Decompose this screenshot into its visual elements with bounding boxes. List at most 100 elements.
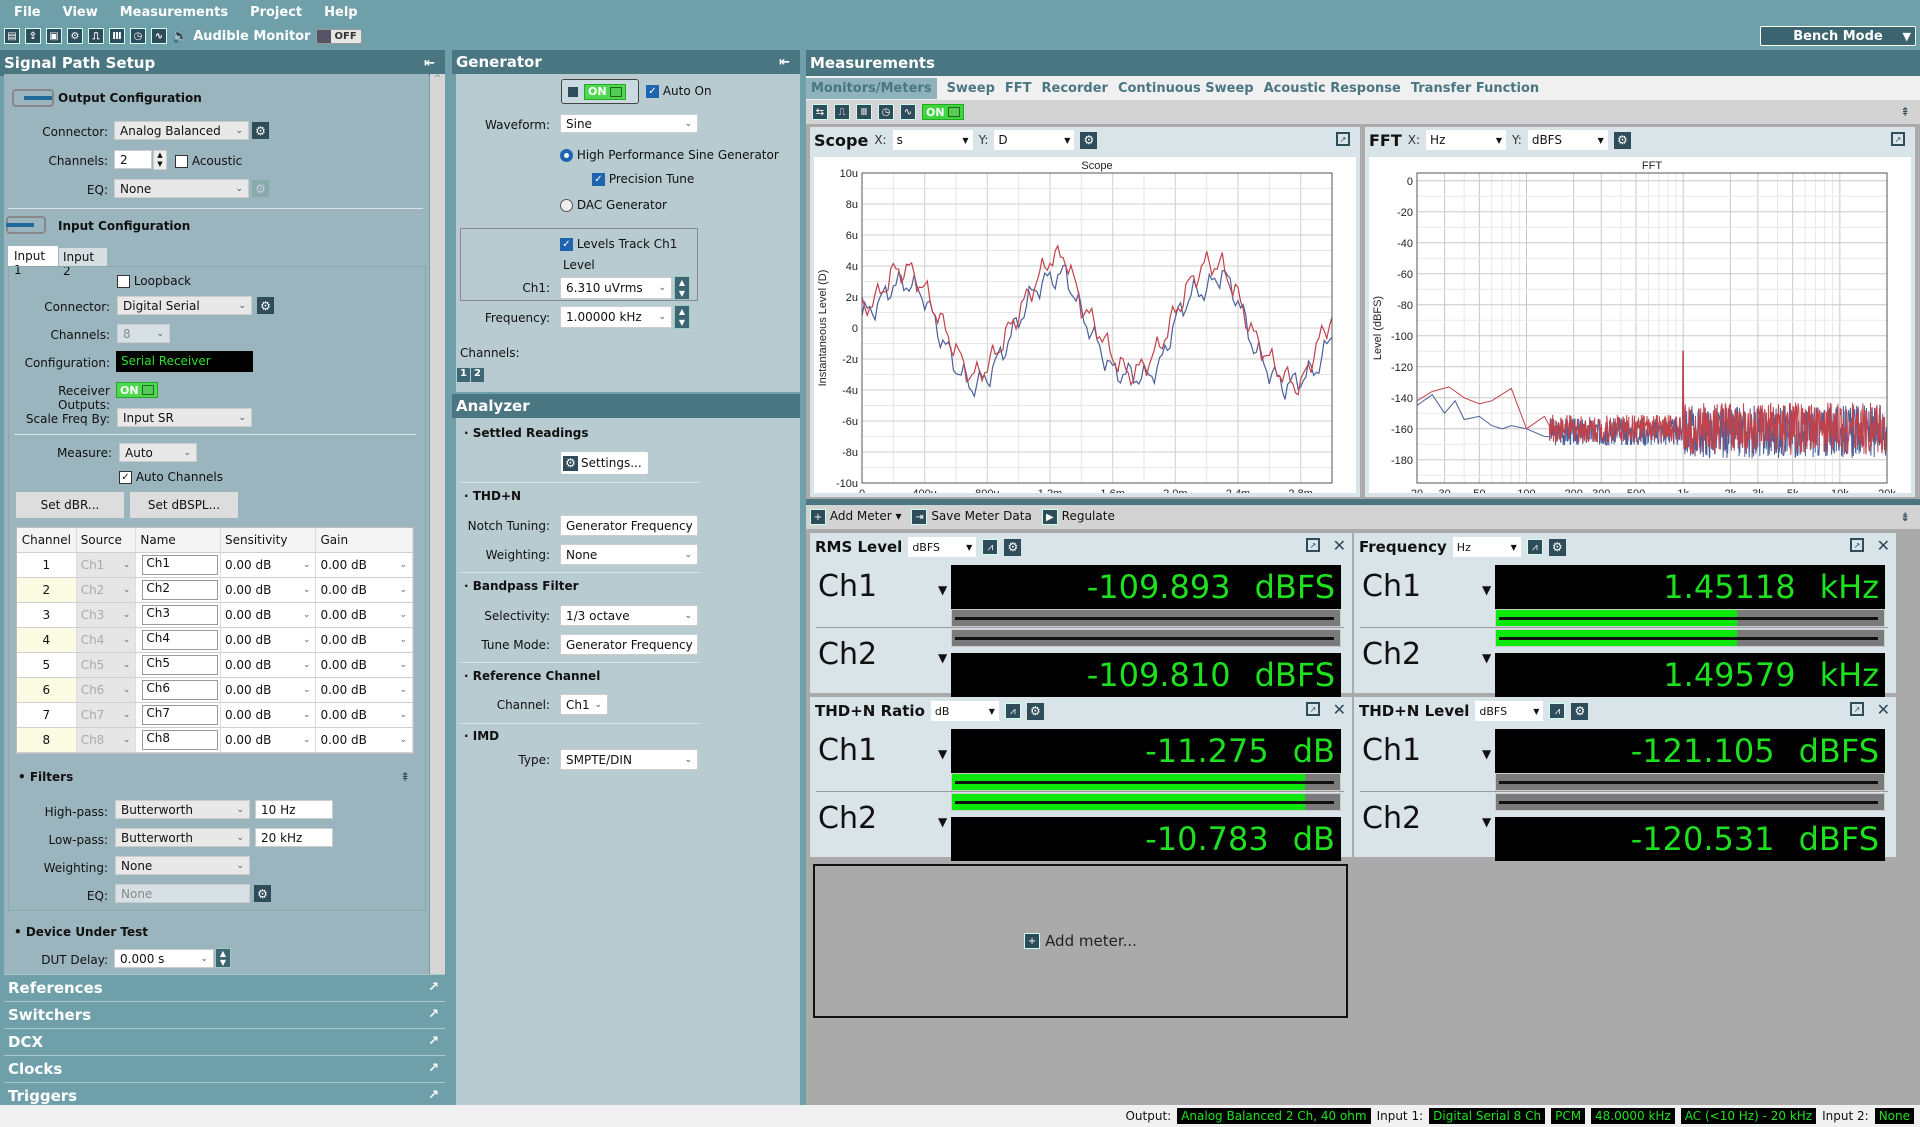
sensitivity-select[interactable]: 0.00 dB ⌄ (221, 553, 317, 577)
tab-acoustic-response[interactable]: Acoustic Response (1264, 81, 1401, 96)
y-unit-select[interactable]: dBFS ▼ (1527, 130, 1608, 150)
tab-monitors-meters[interactable]: Monitors/Meters (806, 77, 937, 99)
lowpass-select[interactable]: Butterworth ⌄ (115, 828, 250, 847)
highpass-select[interactable]: Butterworth ⌄ (115, 800, 250, 819)
gain-select[interactable]: 0.00 dB ⌄ (316, 628, 413, 652)
notch-tuning-select[interactable]: Generator Frequency ⌄ (560, 515, 698, 536)
clock-icon[interactable]: ◷ (878, 104, 894, 120)
lowpass-freq-input[interactable]: 20 kHz (255, 828, 333, 847)
popout-icon[interactable]: ↗ (428, 1061, 439, 1076)
audible-monitor-toggle[interactable]: OFF (315, 28, 362, 44)
panel-references[interactable]: References ↗ (4, 974, 445, 1000)
save-icon[interactable]: ▣ (46, 28, 62, 44)
popout-icon[interactable]: ↗ (1891, 132, 1905, 146)
ch1-level-input[interactable]: 6.310 uVrms ⌄ (560, 277, 672, 299)
x-unit-select[interactable]: s ▼ (892, 130, 973, 150)
name-input[interactable]: Ch7 (136, 703, 221, 727)
gain-select[interactable]: 0.00 dB ⌄ (316, 553, 413, 577)
graph-options-icon[interactable]: ⩘ (1004, 703, 1021, 719)
tab-recorder[interactable]: Recorder (1042, 81, 1108, 96)
channel-dropdown-icon[interactable]: ▼ (938, 583, 947, 597)
dut-delay-stepper[interactable]: ▲ ▼ (215, 948, 231, 968)
channel-dropdown-icon[interactable]: ▼ (1482, 651, 1491, 665)
close-icon[interactable]: ✕ (1877, 700, 1890, 719)
acoustic-checkbox[interactable]: Acoustic (175, 154, 242, 168)
close-icon[interactable]: ✕ (1333, 536, 1346, 555)
popout-icon[interactable]: ↗ (1850, 702, 1864, 716)
x-unit-select[interactable]: Hz ▼ (1426, 130, 1507, 150)
name-input[interactable]: Ch2 (136, 578, 221, 602)
settings-button[interactable]: ⚙ Settings... (561, 452, 648, 474)
channel-2-button[interactable]: 2 (471, 368, 484, 382)
tab-sweep[interactable]: Sweep (947, 81, 995, 96)
graph-options-icon[interactable]: ⩘ (1549, 703, 1566, 719)
scope-icon[interactable]: ⎍ (88, 28, 104, 44)
unit-select[interactable]: dBFS ▼ (908, 537, 977, 557)
tab-transfer-function[interactable]: Transfer Function (1411, 81, 1539, 96)
add-graph-icon[interactable]: ∿ (900, 104, 916, 120)
panel-clocks[interactable]: Clocks ↗ (4, 1055, 445, 1081)
clock-icon[interactable]: ◷ (130, 28, 146, 44)
menu-file[interactable]: File (14, 5, 41, 20)
open-icon[interactable]: ⇪ (25, 28, 41, 44)
popout-icon[interactable]: ↗ (428, 1088, 439, 1103)
name-input[interactable]: Ch8 (136, 728, 221, 752)
add-graph-icon[interactable]: ∿ (151, 28, 167, 44)
gear-icon[interactable]: ⚙ (252, 122, 269, 139)
unit-select[interactable]: dB ▼ (930, 701, 999, 721)
set-dbspl-button[interactable]: Set dBSPL... (130, 492, 238, 518)
channels-stepper[interactable]: ▲ ▼ (153, 150, 167, 170)
levels-track-checkbox[interactable]: ✓ Levels Track Ch1 (560, 237, 677, 251)
gear-icon[interactable]: ⚙ (1571, 702, 1589, 720)
level-stepper[interactable]: ▲ ▼ (674, 276, 690, 300)
dac-generator-radio[interactable]: DAC Generator (560, 198, 667, 212)
bargraph-icon[interactable]: Ⅲ (856, 104, 872, 120)
channel-dropdown-icon[interactable]: ▼ (1482, 583, 1491, 597)
selectivity-select[interactable]: 1/3 octave ⌄ (560, 605, 698, 626)
reference-channel-select[interactable]: Ch1 ⌄ (560, 694, 608, 715)
auto-channels-checkbox[interactable]: ✓ Auto Channels (119, 470, 223, 484)
weighting-select[interactable]: None ⌄ (115, 856, 250, 875)
menu-project[interactable]: Project (250, 5, 302, 20)
popout-icon[interactable]: ↗ (1306, 702, 1320, 716)
add-meter-placeholder[interactable]: + Add meter... (813, 864, 1348, 1018)
name-input[interactable]: Ch3 (136, 603, 221, 627)
tab-continuous-sweep[interactable]: Continuous Sweep (1118, 81, 1254, 96)
gain-select[interactable]: 0.00 dB ⌄ (316, 578, 413, 602)
swap-icon[interactable]: ⇆ (812, 104, 828, 120)
scale-freq-select[interactable]: Input SR ⌄ (117, 408, 252, 427)
sensitivity-select[interactable]: 0.00 dB ⌄ (221, 628, 317, 652)
popout-icon[interactable]: ↗ (428, 980, 439, 995)
expand-icon[interactable]: ⇟ (1900, 510, 1910, 524)
collapse-icon[interactable]: ⇞ (400, 770, 410, 784)
mode-select[interactable]: Bench Mode ▼ (1760, 26, 1916, 46)
frequency-stepper[interactable]: ▲ ▼ (674, 305, 690, 329)
add-meter-button[interactable]: + Add Meter ▾ (810, 509, 901, 526)
panel-switchers[interactable]: Switchers ↗ (4, 1001, 445, 1027)
highpass-freq-input[interactable]: 10 Hz (255, 800, 333, 819)
graph-options-icon[interactable]: ⩘ (1526, 539, 1543, 555)
tab-input-2[interactable]: Input 2 (59, 248, 107, 278)
monitor-toggle[interactable]: ON (922, 104, 964, 120)
popout-icon[interactable]: ↗ (1306, 538, 1320, 552)
sensitivity-select[interactable]: 0.00 dB ⌄ (221, 703, 317, 727)
popout-icon[interactable]: ↗ (1336, 132, 1350, 146)
name-input[interactable]: Ch1 (136, 553, 221, 577)
collapse-icon[interactable]: ⇞ (1900, 105, 1910, 119)
name-input[interactable]: Ch4 (136, 628, 221, 652)
gear-icon[interactable]: ⚙ (1613, 131, 1631, 149)
tab-fft[interactable]: FFT (1005, 81, 1032, 96)
sensitivity-select[interactable]: 0.00 dB ⌄ (221, 653, 317, 677)
gain-select[interactable]: 0.00 dB ⌄ (316, 703, 413, 727)
gain-select[interactable]: 0.00 dB ⌄ (316, 678, 413, 702)
close-icon[interactable]: ✕ (1333, 700, 1346, 719)
menu-measurements[interactable]: Measurements (120, 5, 228, 20)
sensitivity-select[interactable]: 0.00 dB ⌄ (221, 578, 317, 602)
output-connector-select[interactable]: Analog Balanced ⌄ (114, 121, 249, 140)
waveform-select[interactable]: Sine ⌄ (560, 114, 698, 133)
channel-1-button[interactable]: 1 (457, 368, 470, 382)
channel-dropdown-icon[interactable]: ▼ (938, 815, 947, 829)
output-eq-select[interactable]: None ⌄ (114, 179, 249, 198)
popout-icon[interactable]: ↗ (428, 1034, 439, 1049)
imd-type-select[interactable]: SMPTE/DIN ⌄ (560, 749, 698, 770)
